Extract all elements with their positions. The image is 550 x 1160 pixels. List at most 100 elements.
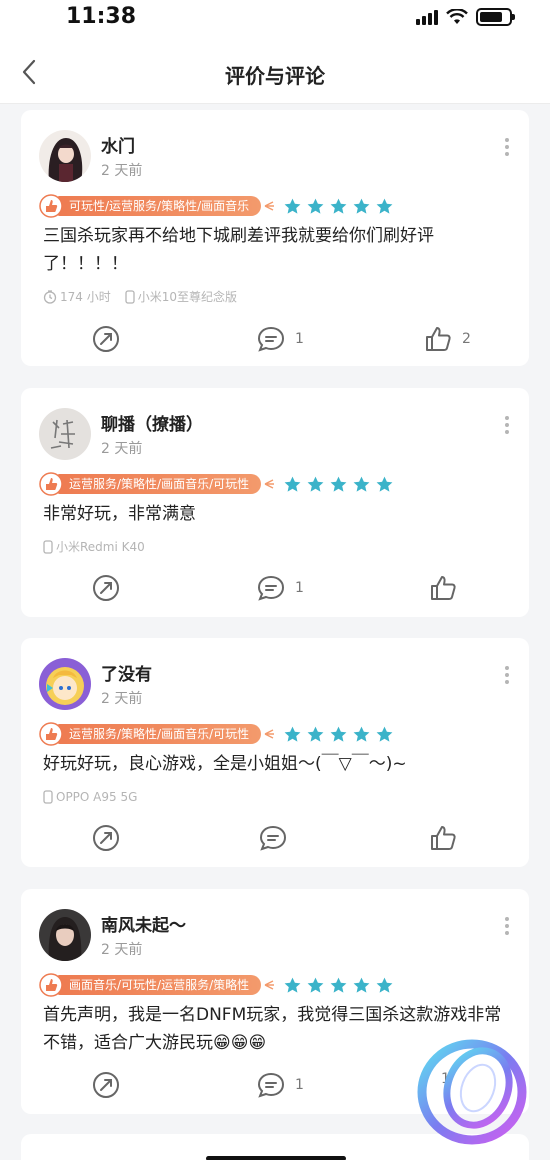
share-button[interactable]	[92, 574, 120, 602]
star-icon	[284, 977, 301, 993]
star-icon	[376, 198, 393, 214]
comment-button[interactable]: 1	[257, 325, 304, 353]
comment-button[interactable]	[259, 824, 297, 852]
username[interactable]: 聊播（撩播）	[101, 410, 203, 435]
review-card: 水门 2 天前 可玩性/运营服务/策略性/画面音乐 三国杀玩家再不给地下城刷差评…	[21, 110, 529, 366]
spark-icon	[264, 479, 275, 489]
more-button[interactable]	[503, 917, 511, 935]
username[interactable]: 水门	[101, 132, 135, 157]
star-icon	[330, 198, 347, 214]
star-rating	[283, 725, 394, 744]
like-count: 2	[462, 331, 471, 347]
star-rating	[283, 197, 394, 216]
spark-icon	[264, 980, 275, 990]
device-text: OPPO A95 5G	[56, 790, 138, 804]
battery-icon	[476, 8, 515, 26]
comment-icon	[257, 575, 285, 601]
rating-row: 运营服务/策略性/画面音乐/可玩性	[39, 722, 394, 746]
review-content[interactable]: 三国杀玩家再不给地下城刷差评我就要给你们刷好评了！！！！	[43, 222, 513, 278]
star-icon	[284, 476, 301, 492]
more-button[interactable]	[503, 416, 511, 434]
avatar[interactable]	[39, 909, 91, 961]
share-icon	[93, 1072, 119, 1098]
thumb-tag-icon	[39, 722, 63, 746]
star-icon	[330, 476, 347, 492]
more-button[interactable]	[503, 138, 511, 156]
star-rating	[283, 976, 394, 995]
comment-button[interactable]: 1	[257, 574, 304, 602]
tag-label: 运营服务/策略性/画面音乐/可玩性	[57, 474, 262, 494]
star-icon	[376, 476, 393, 492]
like-button[interactable]: 2	[424, 325, 471, 353]
signal-icon	[416, 9, 438, 25]
rating-row: 可玩性/运营服务/策略性/画面音乐	[39, 194, 394, 218]
tag-label: 运营服务/策略性/画面音乐/可玩性	[57, 724, 262, 744]
review-card: 聊播（撩播） 2 天前 运营服务/策略性/画面音乐/可玩性 非常好玩，非常满意 …	[21, 388, 529, 617]
rating-row: 画面音乐/可玩性/运营服务/策略性	[39, 973, 394, 997]
star-icon	[307, 977, 324, 993]
review-content[interactable]: 好玩好玩，良心游戏，全是小姐姐～(￣▽￣～)~	[43, 750, 513, 778]
phone-icon	[125, 289, 135, 304]
avatar[interactable]	[39, 658, 91, 710]
star-icon	[307, 476, 324, 492]
review-meta: OPPO A95 5G	[43, 790, 137, 804]
more-button[interactable]	[503, 666, 511, 684]
like-icon	[426, 327, 451, 351]
tag-label: 可玩性/运营服务/策略性/画面音乐	[57, 196, 262, 216]
post-time: 2 天前	[101, 691, 143, 707]
floating-logo-button[interactable]	[416, 1030, 534, 1148]
share-button[interactable]	[92, 325, 120, 353]
thumb-tag-icon	[39, 194, 63, 218]
spark-icon	[264, 201, 275, 211]
phone-icon	[43, 539, 53, 554]
device: 小米Redmi K40	[43, 538, 145, 555]
review-meta: 小米Redmi K40	[43, 538, 145, 555]
share-button[interactable]	[92, 824, 120, 852]
review-content[interactable]: 非常好玩，非常满意	[43, 500, 513, 528]
post-time: 2 天前	[101, 441, 143, 457]
comment-icon	[257, 326, 285, 352]
page-title: 评价与评论	[225, 64, 325, 88]
phone-icon	[43, 790, 53, 804]
action-bar	[21, 824, 529, 854]
like-icon	[431, 576, 456, 600]
share-icon	[93, 575, 119, 601]
star-icon	[353, 726, 370, 742]
avatar[interactable]	[39, 130, 91, 182]
star-icon	[330, 977, 347, 993]
star-icon	[284, 198, 301, 214]
comment-count: 1	[295, 580, 304, 596]
share-icon	[93, 825, 119, 851]
status-bar: 11:38	[0, 0, 550, 40]
star-icon	[284, 726, 301, 742]
review-card: 了没有 2 天前 运营服务/策略性/画面音乐/可玩性 好玩好玩，良心游戏，全是小…	[21, 638, 529, 867]
device-text: 小米Redmi K40	[56, 540, 145, 554]
spark-icon	[264, 729, 275, 739]
share-icon	[93, 326, 119, 352]
status-time: 11:38	[66, 4, 137, 29]
star-icon	[376, 977, 393, 993]
action-bar: 1 2	[21, 325, 529, 355]
star-icon	[353, 198, 370, 214]
clock-icon	[43, 289, 57, 304]
device-text: 小米10至尊纪念版	[137, 290, 238, 304]
avatar[interactable]	[39, 408, 91, 460]
floating-logo-icon	[417, 1039, 527, 1145]
username[interactable]: 南风未起～	[101, 911, 186, 936]
like-button[interactable]	[429, 824, 467, 852]
star-icon	[330, 726, 347, 742]
review-meta: 174 小时 小米10至尊纪念版	[43, 288, 237, 305]
share-button[interactable]	[92, 1071, 120, 1099]
username[interactable]: 了没有	[101, 660, 152, 685]
like-icon	[431, 826, 456, 850]
nav-bar: 评价与评论	[0, 40, 550, 104]
star-rating	[283, 475, 394, 494]
like-button[interactable]	[429, 574, 467, 602]
star-icon	[353, 476, 370, 492]
device: OPPO A95 5G	[43, 790, 137, 804]
device: 小米10至尊纪念版	[125, 288, 237, 305]
comment-icon	[259, 825, 287, 851]
comment-button[interactable]: 1	[257, 1071, 304, 1099]
post-time: 2 天前	[101, 163, 143, 179]
post-time: 2 天前	[101, 942, 143, 958]
